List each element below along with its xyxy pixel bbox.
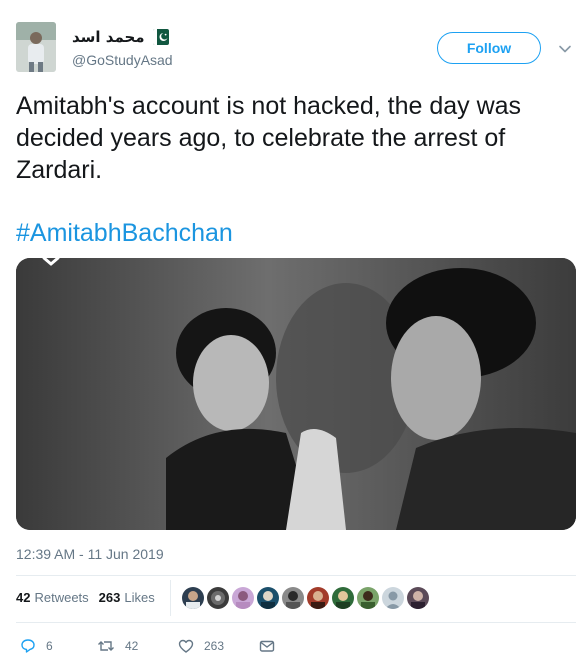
user-avatar[interactable] <box>16 22 56 72</box>
stats-separator <box>170 580 171 616</box>
hashtag-link[interactable]: #AmitabhBachchan <box>16 217 233 249</box>
envelope-icon <box>259 638 275 654</box>
follow-button[interactable]: Follow <box>437 32 541 64</box>
pakistan-flag-icon <box>152 29 169 45</box>
likes-count: 263 <box>98 590 121 605</box>
divider <box>16 622 576 623</box>
retweets-stat[interactable]: 42 Retweets <box>16 590 89 605</box>
liker-avatar[interactable] <box>332 587 354 609</box>
name-row: محمد اسد <box>72 28 169 46</box>
tweet-stats: 42 Retweets 263 Likes <box>16 590 155 605</box>
like-count: 263 <box>204 639 225 653</box>
liker-avatar[interactable] <box>357 587 379 609</box>
divider <box>16 575 576 576</box>
chevron-down-icon[interactable] <box>558 42 572 56</box>
liker-avatar[interactable] <box>307 587 329 609</box>
reply-count: 6 <box>46 639 53 653</box>
retweet-count: 42 <box>125 639 139 653</box>
likers-avatars <box>182 587 429 609</box>
tweet-media-image[interactable] <box>16 258 576 530</box>
tweet-text: Amitabh's account is not hacked, the day… <box>16 92 522 184</box>
likes-label: Likes <box>124 590 155 605</box>
liker-avatar[interactable] <box>232 587 254 609</box>
heart-icon <box>178 638 194 654</box>
user-handle[interactable]: @GoStudyAsad <box>72 52 173 68</box>
retweet-button[interactable]: 42 <box>97 638 138 654</box>
liker-avatar[interactable] <box>257 587 279 609</box>
tweet-card: محمد اسد @GoStudyAsad Follow Amitabh's a… <box>0 0 579 672</box>
liker-avatar[interactable] <box>282 587 304 609</box>
display-name[interactable]: محمد اسد <box>72 28 145 46</box>
likes-stat[interactable]: 263 Likes <box>99 590 155 605</box>
reply-button[interactable]: 6 <box>20 638 53 654</box>
retweet-icon <box>97 638 115 654</box>
reply-icon <box>20 638 36 654</box>
retweets-label: Retweets <box>34 590 89 605</box>
close-icon[interactable] <box>35 246 67 266</box>
direct-message-button[interactable] <box>259 638 275 654</box>
liker-avatar[interactable] <box>382 587 404 609</box>
liker-avatar[interactable] <box>207 587 229 609</box>
liker-avatar[interactable] <box>182 587 204 609</box>
tweet-timestamp[interactable]: 12:39 AM - 11 Jun 2019 <box>16 546 164 562</box>
liker-avatar[interactable] <box>407 587 429 609</box>
like-button[interactable]: 263 <box>178 638 224 654</box>
retweets-count: 42 <box>16 590 31 605</box>
